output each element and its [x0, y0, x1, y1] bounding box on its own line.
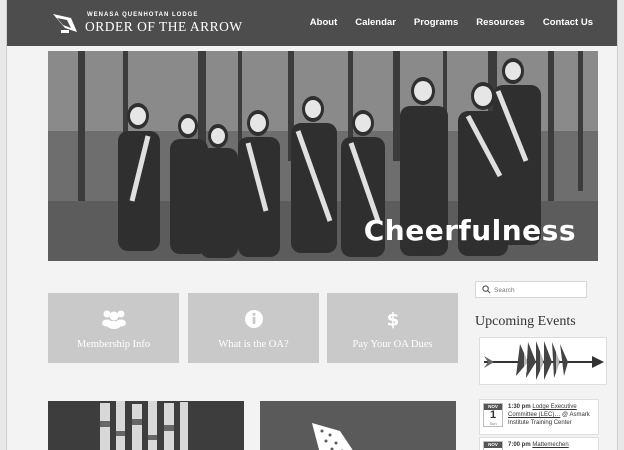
tile-label: Pay Your OA Dues	[352, 339, 433, 350]
tile-label: What is the OA?	[218, 339, 289, 350]
main-nav: About Calendar Programs Resources Contac…	[310, 17, 593, 28]
feature-panel-arrowhead[interactable]	[260, 401, 456, 450]
search-icon	[482, 285, 491, 294]
pay-oa-dues-tile[interactable]: $ Pay Your OA Dues	[327, 293, 458, 363]
arrowhead-logo-icon[interactable]	[51, 12, 79, 36]
nav-contact-us[interactable]: Contact Us	[543, 17, 593, 28]
event-item[interactable]: NOV 7:00 pm Mattemechen	[479, 437, 599, 450]
event-time: 7:00 pm	[508, 442, 531, 448]
sashes-photo	[48, 401, 244, 450]
hero-caption: Cheerfulness	[363, 214, 576, 247]
search-box[interactable]	[475, 281, 587, 298]
site-title[interactable]: ORDER OF THE ARROW	[85, 19, 243, 35]
event-text: 7:00 pm Mattemechen	[508, 441, 598, 449]
hero-banner[interactable]: Cheerfulness	[48, 51, 598, 261]
tile-label: Membership Info	[76, 339, 151, 350]
what-is-oa-tile[interactable]: What is the OA?	[188, 293, 319, 363]
nav-resources[interactable]: Resources	[476, 17, 525, 28]
dollar-icon: $	[386, 309, 399, 329]
info-icon	[244, 310, 263, 328]
feature-panel-sashes[interactable]	[48, 401, 244, 450]
arrowhead-icon	[260, 401, 456, 450]
search-input[interactable]	[492, 283, 586, 298]
lodge-name: WENASA QUENHOTAN LODGE	[87, 12, 199, 18]
event-weekday: Sun	[489, 421, 497, 426]
page-frame: WENASA QUENHOTAN LODGE ORDER OF THE ARRO…	[6, 0, 618, 450]
event-day: 1	[489, 409, 497, 421]
nav-programs[interactable]: Programs	[414, 17, 458, 28]
oa-emblem-image	[479, 337, 607, 385]
event-time: 1:30 pm	[508, 404, 531, 410]
membership-info-tile[interactable]: Membership Info	[48, 293, 179, 363]
arrow-feather-emblem-icon	[484, 341, 604, 380]
svg-text:$: $	[386, 309, 399, 329]
site-header: WENASA QUENHOTAN LODGE ORDER OF THE ARRO…	[7, 0, 617, 46]
event-text: 1:30 pm Lodge Executive Committee (LEC)……	[508, 403, 598, 427]
event-title-link[interactable]: Mattemechen	[532, 442, 568, 448]
upcoming-events-title: Upcoming Events	[475, 314, 576, 329]
event-item[interactable]: NOV 1 Sun 1:30 pm Lodge Executive Commit…	[479, 399, 599, 435]
event-month: NOV	[484, 442, 502, 448]
nav-calendar[interactable]: Calendar	[355, 17, 396, 28]
event-date-badge: NOV	[483, 441, 503, 450]
event-date-badge: NOV 1 Sun	[483, 403, 503, 427]
nav-about[interactable]: About	[310, 17, 337, 28]
people-icon	[101, 310, 126, 329]
